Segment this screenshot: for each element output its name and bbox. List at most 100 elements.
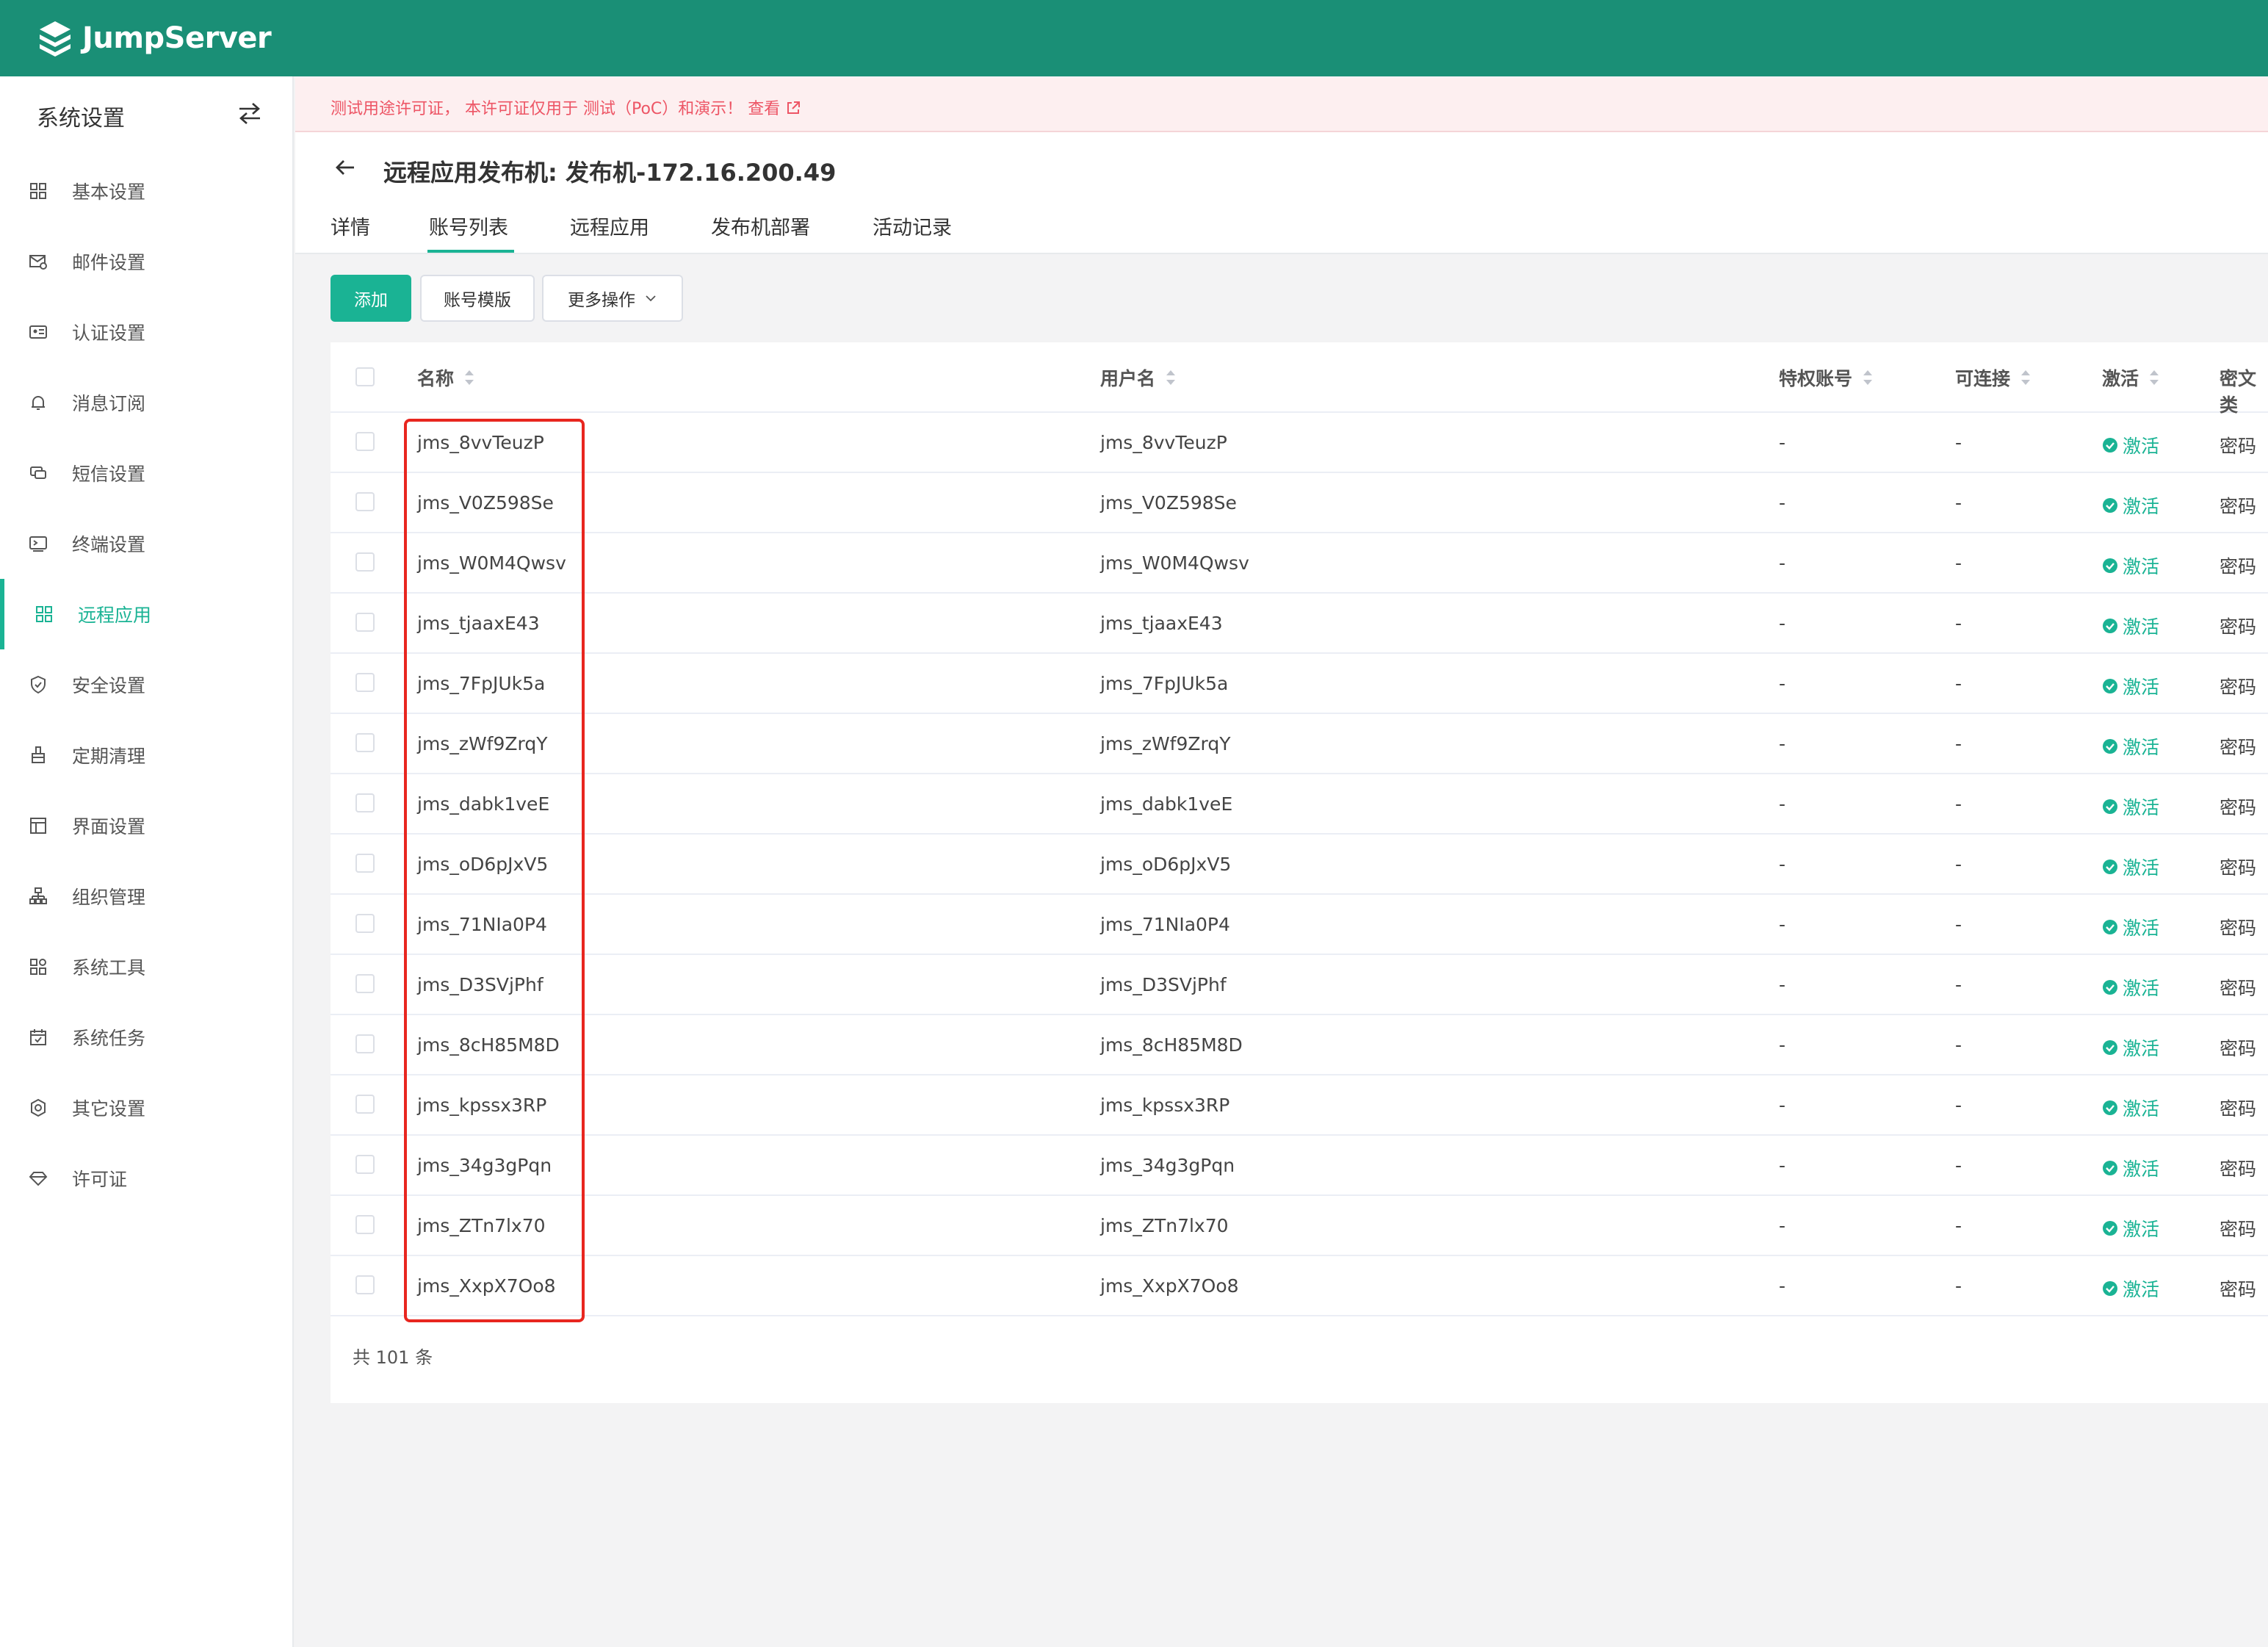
cell-privileged: - (1779, 1034, 1786, 1056)
back-arrow-icon[interactable] (332, 154, 358, 181)
cell-name[interactable]: jms_kpssx3RP (417, 1095, 546, 1116)
table-row[interactable]: jms_XxpX7Oo8 jms_XxpX7Oo8 - - 激活 密码 (331, 1256, 2268, 1316)
app-logo[interactable]: JumpServer (35, 16, 272, 60)
sidebar-item-tools[interactable]: 系统工具 (0, 931, 292, 1002)
cell-privileged: - (1779, 1155, 1786, 1176)
shield-icon (28, 674, 48, 695)
swap-arrows-icon[interactable] (236, 101, 263, 125)
select-all-checkbox[interactable] (355, 367, 375, 386)
tab-deployment[interactable]: 发布机部署 (711, 212, 810, 240)
sidebar-item-label: 其它设置 (72, 1098, 146, 1120)
column-header-name[interactable]: 名称 (417, 364, 476, 391)
row-checkbox[interactable] (355, 1095, 375, 1114)
cell-name[interactable]: jms_oD6pJxV5 (417, 854, 548, 875)
sidebar-item-label: 组织管理 (72, 887, 146, 908)
column-header-label: 名称 (417, 368, 455, 389)
table-row[interactable]: jms_zWf9ZrqY jms_zWf9ZrqY - - 激活 密码 (331, 714, 2268, 774)
row-checkbox[interactable] (355, 1034, 375, 1053)
sidebar-item-tasks[interactable]: 系统任务 (0, 1002, 292, 1073)
tab-accounts[interactable]: 账号列表 (429, 212, 508, 240)
table-row[interactable]: jms_kpssx3RP jms_kpssx3RP - - 激活 密码 (331, 1075, 2268, 1136)
sidebar-item-notifications[interactable]: 消息订阅 (0, 367, 292, 438)
cell-name[interactable]: jms_8vvTeuzP (417, 432, 544, 453)
row-checkbox[interactable] (355, 492, 375, 511)
cell-name[interactable]: jms_V0Z598Se (417, 492, 554, 513)
table-row[interactable]: jms_71NIa0P4 jms_71NIa0P4 - - 激活 密码 (331, 895, 2268, 955)
cell-name[interactable]: jms_7FpJUk5a (417, 673, 545, 694)
sidebar-item-email[interactable]: 邮件设置 (0, 226, 292, 297)
sidebar-item-ui[interactable]: 界面设置 (0, 790, 292, 861)
tab-remote-apps[interactable]: 远程应用 (570, 212, 649, 240)
table-row[interactable]: jms_8cH85M8D jms_8cH85M8D - - 激活 密码 (331, 1015, 2268, 1075)
row-checkbox[interactable] (355, 432, 375, 451)
cell-privileged: - (1779, 974, 1786, 995)
sidebar-item-other[interactable]: 其它设置 (0, 1073, 292, 1143)
row-checkbox[interactable] (355, 673, 375, 692)
cell-name[interactable]: jms_D3SVjPhf (417, 974, 543, 995)
sidebar-item-auth[interactable]: 认证设置 (0, 297, 292, 367)
row-checkbox[interactable] (355, 974, 375, 993)
tab-details[interactable]: 详情 (331, 212, 370, 240)
row-checkbox[interactable] (355, 1215, 375, 1234)
cell-connectable: - (1955, 432, 1962, 453)
column-header-active[interactable]: 激活 (2102, 364, 2161, 391)
apps-icon (34, 604, 54, 624)
cell-active-status: 激活 (2102, 1215, 2159, 1241)
sidebar-item-label: 系统工具 (72, 957, 146, 979)
check-circle-icon (2103, 679, 2117, 693)
row-checkbox[interactable] (355, 733, 375, 752)
license-view-link[interactable]: 查看 (748, 100, 801, 118)
cell-name[interactable]: jms_71NIa0P4 (417, 914, 547, 935)
sidebar-item-security[interactable]: 安全设置 (0, 649, 292, 720)
license-view-link-label: 查看 (748, 100, 781, 118)
cell-username: jms_34g3gPqn (1100, 1155, 1235, 1176)
cell-name[interactable]: jms_dabk1veE (417, 793, 549, 815)
sidebar-item-license[interactable]: 许可证 (0, 1143, 292, 1214)
active-status-label: 激活 (2123, 436, 2160, 457)
sidebar-item-sms[interactable]: 短信设置 (0, 438, 292, 508)
row-checkbox[interactable] (355, 914, 375, 933)
cell-name[interactable]: jms_zWf9ZrqY (417, 733, 547, 754)
column-header-secret-type[interactable]: 密文类 (2220, 364, 2268, 417)
table-row[interactable]: jms_W0M4Qwsv jms_W0M4Qwsv - - 激活 密码 (331, 533, 2268, 594)
more-actions-button[interactable]: 更多操作 (542, 275, 683, 322)
table-row[interactable]: jms_oD6pJxV5 jms_oD6pJxV5 - - 激活 密码 (331, 835, 2268, 895)
cell-name[interactable]: jms_8cH85M8D (417, 1034, 560, 1056)
row-checkbox[interactable] (355, 793, 375, 812)
column-header-username[interactable]: 用户名 (1100, 364, 1177, 391)
cell-name[interactable]: jms_XxpX7Oo8 (417, 1275, 556, 1297)
table-row[interactable]: jms_ZTn7lx70 jms_ZTn7lx70 - - 激活 密码 (331, 1196, 2268, 1256)
row-checkbox[interactable] (355, 854, 375, 873)
sidebar-item-terminal[interactable]: 终端设置 (0, 508, 292, 579)
table-row[interactable]: jms_D3SVjPhf jms_D3SVjPhf - - 激活 密码 (331, 955, 2268, 1015)
sidebar-item-org[interactable]: 组织管理 (0, 861, 292, 931)
cell-name[interactable]: jms_34g3gPqn (417, 1155, 552, 1176)
cell-name[interactable]: jms_ZTn7lx70 (417, 1215, 546, 1236)
cell-name[interactable]: jms_tjaaxE43 (417, 613, 540, 634)
sidebar-item-cleanup[interactable]: 定期清理 (0, 720, 292, 790)
table-row[interactable]: jms_tjaaxE43 jms_tjaaxE43 - - 激活 密码 (331, 594, 2268, 654)
cell-active-status: 激活 (2102, 914, 2159, 940)
table-row[interactable]: jms_dabk1veE jms_dabk1veE - - 激活 密码 (331, 774, 2268, 835)
row-checkbox[interactable] (355, 1275, 375, 1294)
account-template-button[interactable]: 账号模版 (420, 275, 535, 322)
tab-activity[interactable]: 活动记录 (873, 212, 952, 240)
row-checkbox[interactable] (355, 552, 375, 572)
cell-connectable: - (1955, 914, 1962, 935)
sidebar-title: 系统设置 (37, 106, 125, 131)
sidebar-item-remote-apps[interactable]: 远程应用 (0, 579, 292, 649)
cell-secret-type: 密码 (2220, 1158, 2257, 1180)
table-row[interactable]: jms_7FpJUk5a jms_7FpJUk5a - - 激活 密码 (331, 654, 2268, 714)
add-button[interactable]: 添加 (331, 275, 411, 322)
column-header-connectable[interactable]: 可连接 (1955, 364, 2032, 391)
cell-active-status: 激活 (2102, 974, 2159, 1001)
table-row[interactable]: jms_V0Z598Se jms_V0Z598Se - - 激活 密码 (331, 473, 2268, 533)
table-row[interactable]: jms_34g3gPqn jms_34g3gPqn - - 激活 密码 (331, 1136, 2268, 1196)
cell-name[interactable]: jms_W0M4Qwsv (417, 552, 566, 574)
column-header-privileged[interactable]: 特权账号 (1779, 364, 1874, 391)
sidebar-item-basic[interactable]: 基本设置 (0, 156, 292, 226)
row-checkbox[interactable] (355, 1155, 375, 1174)
row-checkbox[interactable] (355, 613, 375, 632)
table-row[interactable]: jms_8vvTeuzP jms_8vvTeuzP - - 激活 密码 (331, 413, 2268, 473)
column-header-label: 特权账号 (1779, 368, 1853, 389)
